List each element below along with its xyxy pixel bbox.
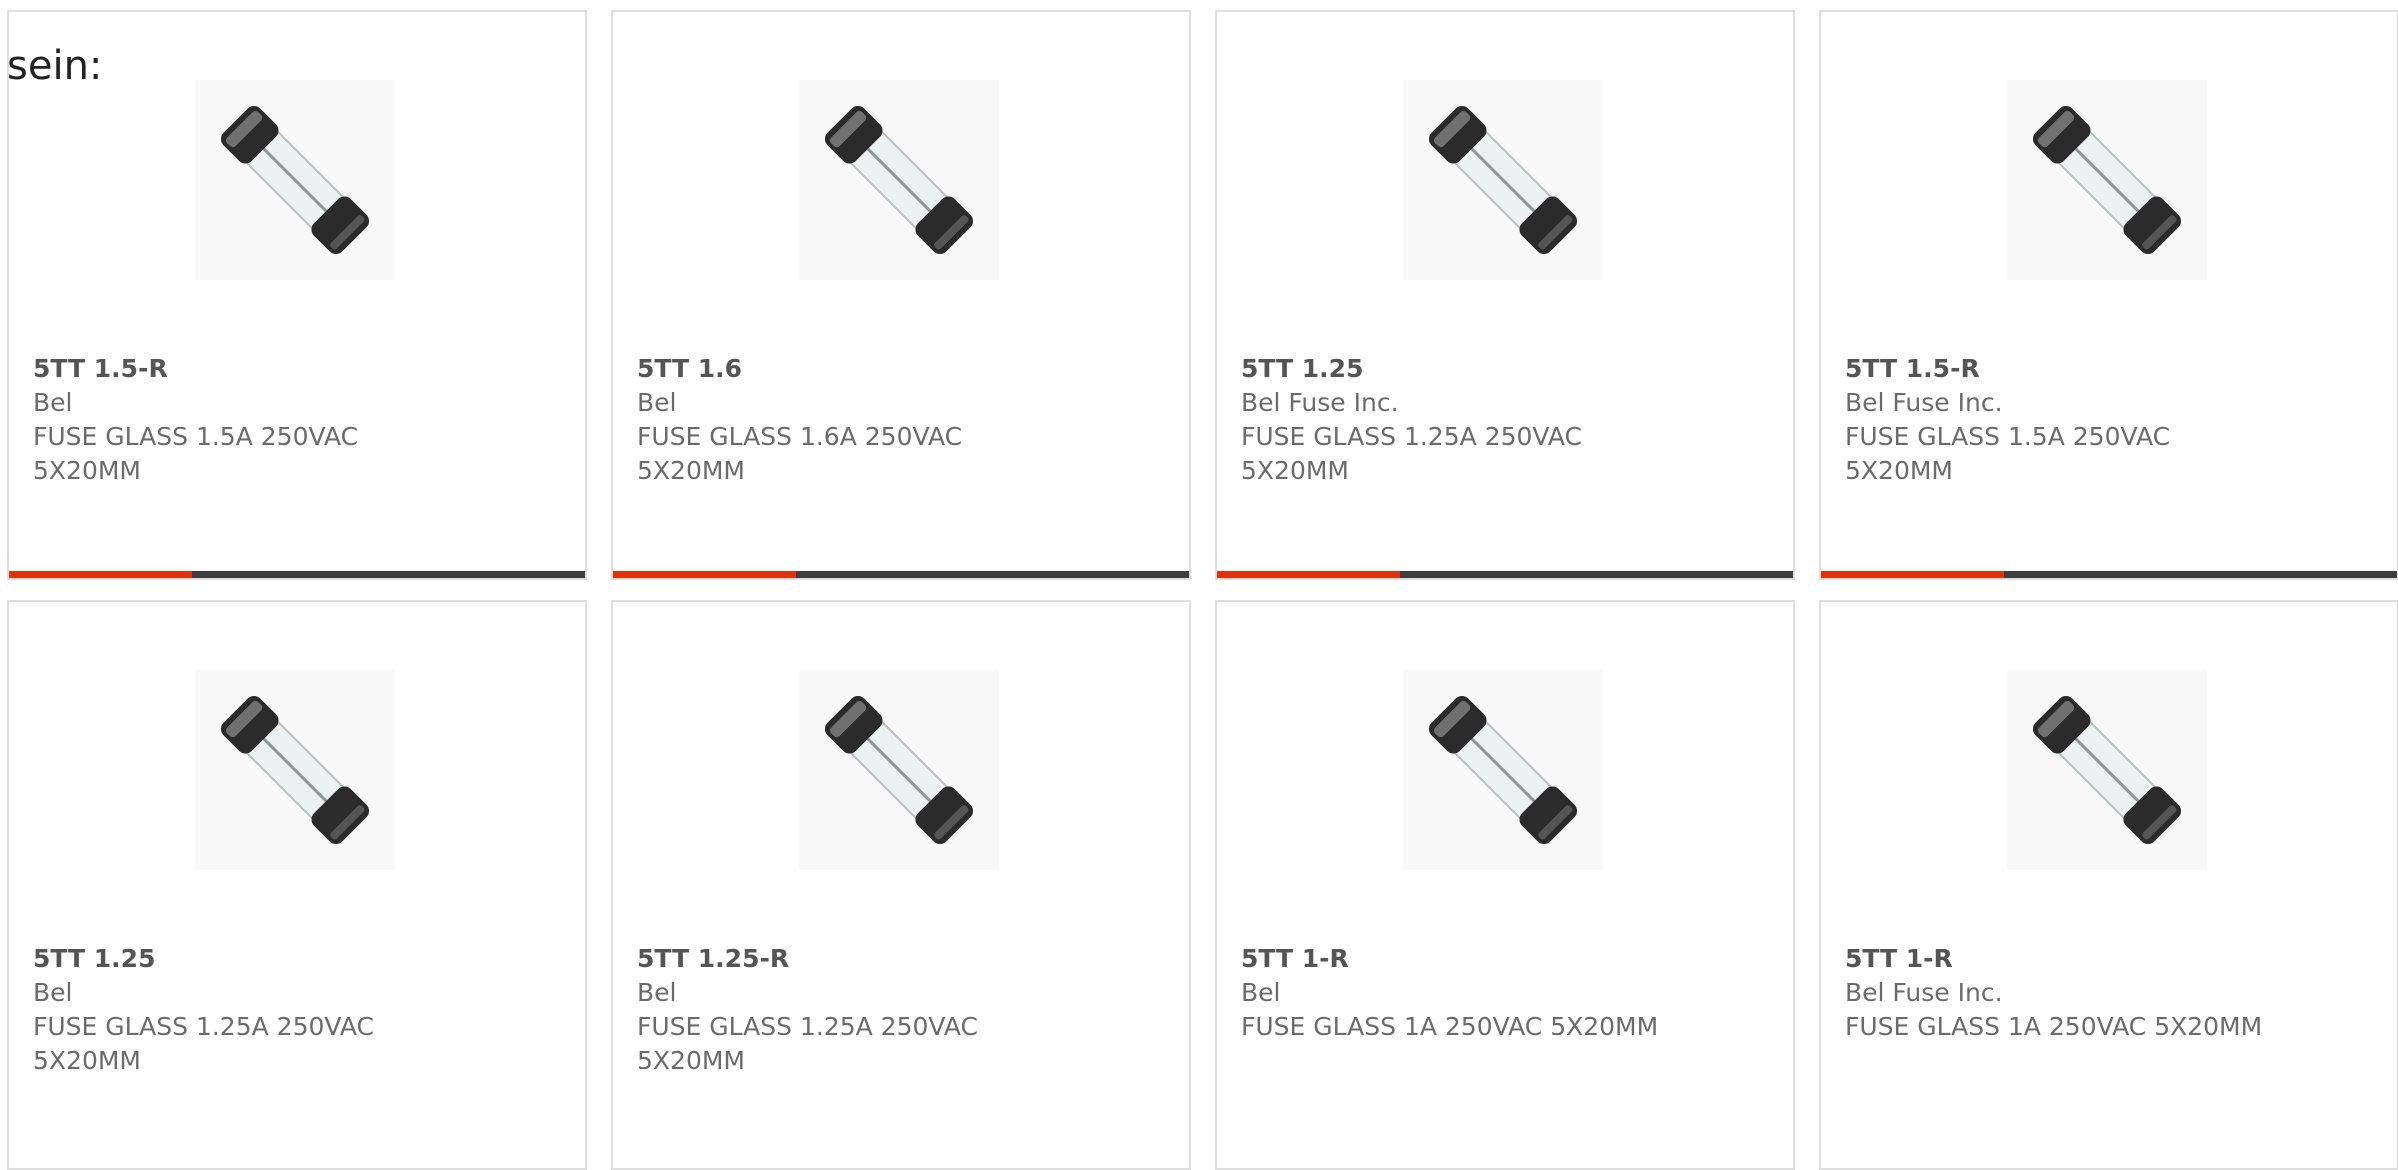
product-description: FUSE GLASS 1A 250VAC 5X20MM — [1241, 1012, 1659, 1041]
part-number[interactable]: 5TT 1.5-R — [1845, 352, 2377, 386]
manufacturer: Bel Fuse Inc. — [1845, 978, 2003, 1007]
product-card[interactable]: 5TT 1.5-R Bel FUSE GLASS 1.5A 250VAC 5X2… — [7, 10, 587, 580]
card-accent-fill — [1217, 571, 1400, 578]
glass-fuse-icon[interactable] — [195, 80, 395, 280]
product-description: FUSE GLASS 1.25A 250VAC 5X20MM — [637, 1012, 979, 1075]
part-number[interactable]: 5TT 1.25 — [33, 942, 565, 976]
product-description: FUSE GLASS 1.5A 250VAC 5X20MM — [1845, 422, 2171, 485]
product-description: FUSE GLASS 1.25A 250VAC 5X20MM — [33, 1012, 375, 1075]
product-description: FUSE GLASS 1.6A 250VAC 5X20MM — [637, 422, 963, 485]
manufacturer: Bel — [33, 978, 73, 1007]
glass-fuse-icon[interactable] — [2007, 670, 2207, 870]
product-description: FUSE GLASS 1.5A 250VAC 5X20MM — [33, 422, 359, 485]
part-number[interactable]: 5TT 1.25 — [1241, 352, 1773, 386]
product-grid: 5TT 1.5-R Bel FUSE GLASS 1.5A 250VAC 5X2… — [7, 10, 2398, 1170]
card-accent-fill — [1821, 571, 2004, 578]
manufacturer: Bel — [33, 388, 73, 417]
product-description: FUSE GLASS 1A 250VAC 5X20MM — [1845, 1012, 2263, 1041]
glass-fuse-icon[interactable] — [1403, 670, 1603, 870]
intro-text: sein: — [7, 43, 103, 89]
product-card[interactable]: 5TT 1.25 Bel FUSE GLASS 1.25A 250VAC 5X2… — [7, 600, 587, 1170]
product-card[interactable]: 5TT 1.25 Bel Fuse Inc. FUSE GLASS 1.25A … — [1215, 10, 1795, 580]
product-card[interactable]: 5TT 1.6 Bel FUSE GLASS 1.6A 250VAC 5X20M… — [611, 10, 1191, 580]
card-accent-bar — [1217, 571, 1793, 578]
product-info: 5TT 1.25 Bel FUSE GLASS 1.25A 250VAC 5X2… — [33, 942, 565, 1078]
glass-fuse-icon[interactable] — [195, 670, 395, 870]
part-number[interactable]: 5TT 1.5-R — [33, 352, 565, 386]
part-number[interactable]: 5TT 1-R — [1241, 942, 1773, 976]
product-info: 5TT 1.25 Bel Fuse Inc. FUSE GLASS 1.25A … — [1241, 352, 1773, 488]
product-info: 5TT 1-R Bel Fuse Inc. FUSE GLASS 1A 250V… — [1845, 942, 2377, 1044]
product-info: 5TT 1.6 Bel FUSE GLASS 1.6A 250VAC 5X20M… — [637, 352, 1169, 488]
card-accent-bar — [1821, 571, 2397, 578]
part-number[interactable]: 5TT 1-R — [1845, 942, 2377, 976]
glass-fuse-icon[interactable] — [1403, 80, 1603, 280]
product-info: 5TT 1.5-R Bel FUSE GLASS 1.5A 250VAC 5X2… — [33, 352, 565, 488]
part-number[interactable]: 5TT 1.6 — [637, 352, 1169, 386]
manufacturer: Bel — [1241, 978, 1281, 1007]
glass-fuse-icon[interactable] — [799, 80, 999, 280]
product-description: FUSE GLASS 1.25A 250VAC 5X20MM — [1241, 422, 1583, 485]
product-card[interactable]: 5TT 1-R Bel FUSE GLASS 1A 250VAC 5X20MM — [1215, 600, 1795, 1170]
product-info: 5TT 1.5-R Bel Fuse Inc. FUSE GLASS 1.5A … — [1845, 352, 2377, 488]
card-accent-fill — [613, 571, 796, 578]
product-card[interactable]: 5TT 1.25-R Bel FUSE GLASS 1.25A 250VAC 5… — [611, 600, 1191, 1170]
product-card[interactable]: 5TT 1.5-R Bel Fuse Inc. FUSE GLASS 1.5A … — [1819, 10, 2398, 580]
card-accent-bar — [613, 571, 1189, 578]
manufacturer: Bel — [637, 388, 677, 417]
glass-fuse-icon[interactable] — [799, 670, 999, 870]
product-card[interactable]: 5TT 1-R Bel Fuse Inc. FUSE GLASS 1A 250V… — [1819, 600, 2398, 1170]
manufacturer: Bel — [637, 978, 677, 1007]
glass-fuse-icon[interactable] — [2007, 80, 2207, 280]
card-accent-fill — [9, 571, 192, 578]
manufacturer: Bel Fuse Inc. — [1241, 388, 1399, 417]
card-accent-bar — [9, 571, 585, 578]
manufacturer: Bel Fuse Inc. — [1845, 388, 2003, 417]
product-info: 5TT 1-R Bel FUSE GLASS 1A 250VAC 5X20MM — [1241, 942, 1773, 1044]
part-number[interactable]: 5TT 1.25-R — [637, 942, 1169, 976]
product-info: 5TT 1.25-R Bel FUSE GLASS 1.25A 250VAC 5… — [637, 942, 1169, 1078]
